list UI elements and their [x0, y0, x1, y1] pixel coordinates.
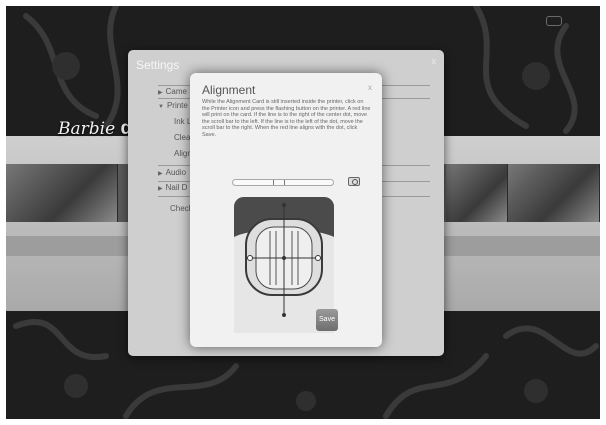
- settings-item-label: Ink L: [174, 117, 192, 126]
- settings-item-printer[interactable]: ▼ Printe: [158, 101, 188, 110]
- alignment-close-icon[interactable]: x: [368, 83, 372, 92]
- settings-item-camera[interactable]: ▶ Came: [158, 87, 187, 96]
- expand-icon: ▶: [158, 186, 163, 192]
- collapse-icon: ▼: [158, 104, 164, 110]
- window-control-icon[interactable]: [546, 16, 562, 26]
- settings-item-label: Came: [165, 87, 187, 96]
- settings-title: Settings: [136, 58, 180, 72]
- alignment-dialog: Alignment x While the Alignment Card is …: [190, 73, 382, 347]
- settings-item-label: Audio: [165, 168, 187, 177]
- photo-thumbnail: [446, 164, 508, 222]
- photo-thumbnail: [508, 164, 600, 222]
- alignment-title: Alignment: [202, 83, 256, 97]
- photo-thumbnail: [6, 164, 118, 222]
- settings-item-label: Nail D: [165, 183, 188, 192]
- settings-subitem-ink-level[interactable]: Ink L: [174, 117, 191, 126]
- settings-item-nail-designs[interactable]: ▶ Nail D: [158, 183, 187, 192]
- settings-item-label: Printe: [166, 101, 188, 110]
- alignment-scroll-bar[interactable]: [232, 179, 334, 186]
- brand-script: Barbie: [58, 119, 116, 139]
- expand-icon: ▶: [158, 90, 163, 96]
- camera-icon[interactable]: [348, 177, 360, 186]
- expand-icon: ▶: [158, 171, 163, 177]
- settings-close-icon[interactable]: x: [432, 56, 437, 66]
- save-button[interactable]: Save: [316, 309, 338, 331]
- alignment-instructions: While the Alignment Card is still insert…: [202, 99, 371, 138]
- scroll-thumb[interactable]: [273, 180, 285, 185]
- settings-item-audio[interactable]: ▶ Audio: [158, 168, 186, 177]
